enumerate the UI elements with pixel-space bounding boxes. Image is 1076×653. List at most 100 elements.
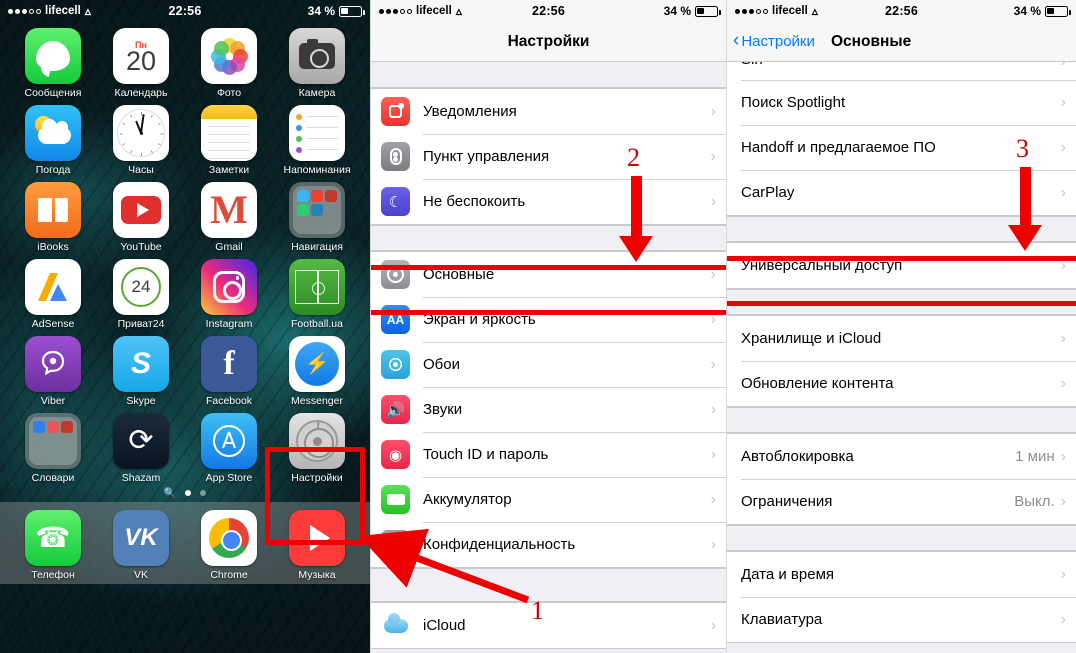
general-row-siri[interactable]: Siri › xyxy=(727,62,1076,80)
chevron-right-icon: › xyxy=(710,400,716,418)
gmail-icon: M xyxy=(201,182,257,238)
app-football[interactable]: Football.ua xyxy=(278,259,356,330)
signal-strength-icon xyxy=(379,8,412,14)
battery-percent-label: 34 % xyxy=(307,4,336,18)
general-row-auto-lock[interactable]: Автоблокировка 1 мин › xyxy=(727,434,1076,479)
app-facebook[interactable]: f Facebook xyxy=(190,336,268,407)
dock-app-vk[interactable]: VK VK xyxy=(102,510,180,584)
settings-row-control-center[interactable]: Пункт управления › xyxy=(371,134,726,179)
app-label: App Store xyxy=(205,472,253,484)
app-label: Камера xyxy=(298,87,336,99)
app-appstore[interactable]: App Store xyxy=(190,413,268,484)
app-messenger[interactable]: ⚡ Messenger xyxy=(278,336,356,407)
page-title: Основные xyxy=(831,32,912,50)
app-label: Gmail xyxy=(215,241,243,253)
chevron-right-icon: › xyxy=(1060,447,1066,465)
chevron-left-icon: ‹ xyxy=(733,30,740,51)
general-row-background-refresh[interactable]: Обновление контента › xyxy=(727,361,1076,406)
app-weather[interactable]: Погода xyxy=(14,105,92,176)
settings-row-sounds[interactable]: 🔊 Звуки › xyxy=(371,387,726,432)
general-row-date-time[interactable]: Дата и время › xyxy=(727,552,1076,597)
chevron-right-icon: › xyxy=(710,535,716,553)
folder-dictionaries-icon xyxy=(25,413,81,469)
app-youtube[interactable]: YouTube xyxy=(102,182,180,253)
chevron-right-icon: › xyxy=(1060,93,1066,111)
chrome-icon xyxy=(201,510,257,566)
app-label: Skype xyxy=(126,395,156,407)
notifications-icon xyxy=(381,97,410,126)
settings-row-touch-id[interactable]: ◉ Touch ID и пароль › xyxy=(371,432,726,477)
sounds-icon: 🔊 xyxy=(381,395,410,424)
page-title: Настройки xyxy=(507,32,590,50)
app-label: Телефон xyxy=(31,569,75,581)
app-ibooks[interactable]: iBooks xyxy=(14,182,92,253)
list-spacer xyxy=(727,216,1076,242)
general-group-1: Siri › Поиск Spotlight › Handoff и предл… xyxy=(727,62,1076,216)
calendar-icon: Пн 20 xyxy=(113,28,169,84)
app-label: VK xyxy=(133,569,148,581)
row-label: Уведомления xyxy=(423,103,517,120)
app-camera[interactable]: Камера xyxy=(278,28,356,99)
app-clock[interactable]: Часы xyxy=(102,105,180,176)
app-label: Напоминания xyxy=(283,164,351,176)
chevron-right-icon: › xyxy=(1060,565,1066,583)
dock-app-music[interactable]: Музыка xyxy=(278,510,356,584)
app-folder-dictionaries[interactable]: Словари xyxy=(14,413,92,484)
page-dot-active[interactable] xyxy=(185,490,192,496)
football-icon xyxy=(289,259,345,315)
general-row-handoff[interactable]: Handoff и предлагаемое ПО › xyxy=(727,125,1076,170)
app-privat24[interactable]: 24 Приват24 xyxy=(102,259,180,330)
settings-row-privacy[interactable]: Конфиденциальность › xyxy=(371,522,726,567)
dock-app-phone[interactable]: ☎ Телефон xyxy=(14,510,92,584)
appstore-icon xyxy=(201,413,257,469)
app-notes[interactable]: Заметки xyxy=(190,105,268,176)
general-row-keyboard[interactable]: Клавиатура › xyxy=(727,597,1076,642)
settings-row-general[interactable]: Основные › xyxy=(371,252,726,297)
calendar-day: 20 xyxy=(125,45,157,76)
general-icon xyxy=(381,260,410,289)
dock-app-chrome[interactable]: Chrome xyxy=(190,510,268,584)
app-viber[interactable]: Viber xyxy=(14,336,92,407)
settings-row-notifications[interactable]: Уведомления › xyxy=(371,89,726,134)
chevron-right-icon: › xyxy=(710,616,716,634)
settings-row-wallpaper[interactable]: Обои › xyxy=(371,342,726,387)
app-settings[interactable]: Настройки xyxy=(278,413,356,484)
app-gmail[interactable]: M Gmail xyxy=(190,182,268,253)
app-reminders[interactable]: Напоминания xyxy=(278,105,356,176)
row-label: Звуки xyxy=(423,401,463,418)
three-screenshot-montage: lifecell ▵ 22:56 34 % Сообщения Пн 20 Ка… xyxy=(0,0,1076,653)
settings-list[interactable]: Уведомления › Пункт управления › ☾ Не бе… xyxy=(371,62,726,649)
chevron-right-icon: › xyxy=(710,445,716,463)
status-bar-time: 22:56 xyxy=(532,4,565,18)
row-label: iCloud xyxy=(423,617,466,634)
app-calendar[interactable]: Пн 20 Календарь xyxy=(102,28,180,99)
page-dot[interactable] xyxy=(200,490,207,496)
icloud-icon xyxy=(381,611,410,640)
app-skype[interactable]: S Skype xyxy=(102,336,180,407)
app-messages[interactable]: Сообщения xyxy=(14,28,92,99)
row-label: Хранилище и iCloud xyxy=(741,330,882,347)
general-list[interactable]: Siri › Поиск Spotlight › Handoff и предл… xyxy=(727,62,1076,643)
settings-row-display-brightness[interactable]: AA Экран и яркость › xyxy=(371,297,726,342)
settings-row-battery[interactable]: Аккумулятор › xyxy=(371,477,726,522)
reminders-icon xyxy=(289,105,345,161)
list-spacer xyxy=(727,289,1076,315)
back-button[interactable]: ‹ Настройки xyxy=(733,30,815,51)
general-row-spotlight-search[interactable]: Поиск Spotlight › xyxy=(727,80,1076,125)
app-photos[interactable]: Фото xyxy=(190,28,268,99)
general-row-restrictions[interactable]: Ограничения Выкл. › xyxy=(727,479,1076,524)
general-group-3: Хранилище и iCloud › Обновление контента… xyxy=(727,315,1076,407)
app-instagram[interactable]: Instagram xyxy=(190,259,268,330)
app-adsense[interactable]: AdSense xyxy=(14,259,92,330)
general-row-accessibility[interactable]: Универсальный доступ › xyxy=(727,243,1076,288)
general-row-carplay[interactable]: CarPlay › xyxy=(727,170,1076,215)
chevron-right-icon: › xyxy=(1060,610,1066,628)
app-label: Viber xyxy=(40,395,66,407)
wifi-icon: ▵ xyxy=(811,4,818,18)
phone-icon: ☎ xyxy=(25,510,81,566)
settings-row-do-not-disturb[interactable]: ☾ Не беспокоить › xyxy=(371,179,726,224)
app-folder-navigation[interactable]: Навигация xyxy=(278,182,356,253)
settings-row-icloud[interactable]: iCloud › xyxy=(371,603,726,648)
general-row-storage-icloud[interactable]: Хранилище и iCloud › xyxy=(727,316,1076,361)
app-shazam[interactable]: ⟳ Shazam xyxy=(102,413,180,484)
